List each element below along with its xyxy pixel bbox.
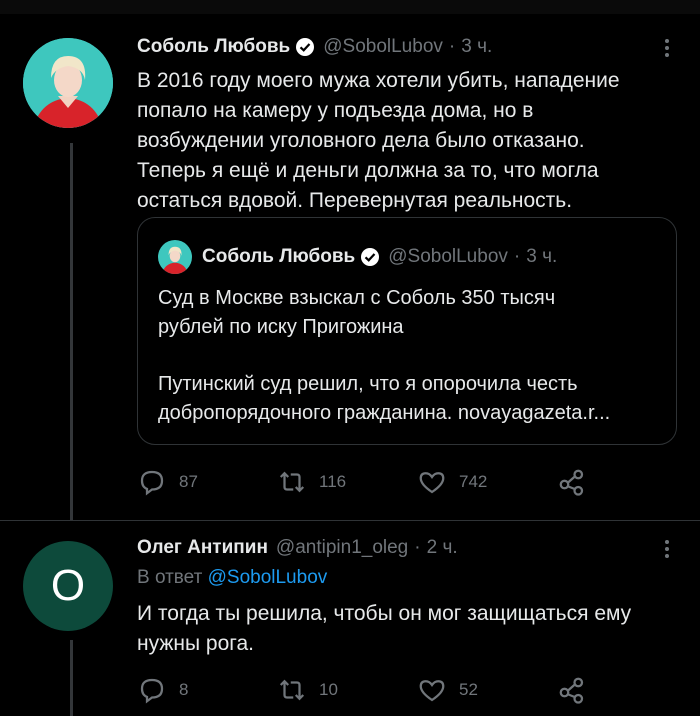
author-handle[interactable]: @SobolLubov bbox=[323, 36, 443, 58]
quoted-text-line: добропорядочного гражданина. novayagazet… bbox=[158, 402, 611, 424]
author-name[interactable]: Соболь Любовь bbox=[137, 36, 290, 58]
retweet-count: 10 bbox=[319, 680, 338, 699]
like-button[interactable]: 52 bbox=[417, 675, 478, 705]
avatar-letter: O bbox=[50, 561, 86, 610]
tweet-header: Соболь Любовь @SobolLubov · 3 ч. bbox=[137, 36, 492, 58]
avatar-photo bbox=[23, 38, 113, 128]
author-handle[interactable]: @antipin1_oleg bbox=[276, 537, 408, 559]
retweet-icon bbox=[279, 471, 305, 493]
like-count: 52 bbox=[459, 680, 478, 699]
tweet-2[interactable]: O Олег Антипин @antipin1_oleg · 2 ч. В о… bbox=[0, 521, 700, 716]
like-icon bbox=[419, 680, 445, 702]
retweet-button[interactable]: 10 bbox=[277, 675, 338, 705]
more-icon[interactable] bbox=[664, 36, 670, 60]
reply-count: 8 bbox=[179, 680, 189, 699]
author-name[interactable]: Олег Антипин bbox=[137, 537, 268, 559]
quoted-text-block-2: Путинский суд решил, что я опорочила чес… bbox=[158, 370, 658, 428]
separator-dot: · bbox=[513, 246, 521, 267]
share-button[interactable] bbox=[557, 467, 587, 497]
tweet-text: В 2016 году моего мужа хотели убить, нап… bbox=[137, 66, 657, 216]
reply-icon bbox=[140, 470, 164, 496]
quoted-text-line: рублей по иску Пригожина bbox=[158, 316, 404, 338]
tweet-text-line: И тогда ты решила, чтобы он мог защищать… bbox=[137, 602, 632, 625]
share-icon bbox=[559, 469, 584, 496]
tweet-text: И тогда ты решила, чтобы он мог защищать… bbox=[137, 599, 657, 659]
like-icon bbox=[419, 472, 445, 494]
quoted-author-name: Соболь Любовь bbox=[202, 246, 356, 267]
avatar[interactable] bbox=[23, 38, 113, 128]
timestamp[interactable]: 3 ч. bbox=[461, 36, 492, 58]
quoted-avatar bbox=[158, 240, 192, 274]
retweet-icon bbox=[279, 679, 305, 701]
verified-badge-icon bbox=[295, 37, 315, 57]
tweet-text-line: нужны рога. bbox=[137, 632, 254, 655]
more-icon[interactable] bbox=[664, 537, 670, 561]
quoted-tweet[interactable]: Соболь Любовь @SobolLubov · 3 ч. Суд в М… bbox=[137, 217, 677, 445]
quoted-text-block-1: Суд в Москве взыскал с Соболь 350 тысяч … bbox=[158, 284, 658, 342]
separator-dot: · bbox=[414, 537, 421, 558]
reply-button[interactable]: 87 bbox=[137, 467, 198, 497]
like-button[interactable]: 742 bbox=[417, 467, 487, 497]
share-icon bbox=[559, 677, 584, 704]
retweet-button[interactable]: 116 bbox=[277, 467, 346, 497]
retweet-count: 116 bbox=[319, 472, 347, 491]
quoted-tweet-header: Соболь Любовь @SobolLubov · 3 ч. bbox=[158, 240, 557, 274]
separator-dot: · bbox=[448, 36, 456, 57]
reply-count: 87 bbox=[179, 472, 198, 491]
tweet-header: Олег Антипин @antipin1_oleg · 2 ч. bbox=[137, 537, 458, 559]
reply-button[interactable]: 8 bbox=[137, 675, 188, 705]
quoted-text-line: Суд в Москве взыскал с Соболь 350 тысяч bbox=[158, 287, 556, 309]
timestamp[interactable]: 2 ч. bbox=[427, 537, 458, 559]
tweet-1[interactable]: Соболь Любовь @SobolLubov · 3 ч. В 2016 … bbox=[0, 0, 700, 520]
quoted-timestamp: 3 ч. bbox=[526, 246, 558, 267]
tweet-text-line: возбуждении уголовного дела было отказан… bbox=[137, 129, 585, 152]
quoted-text-line: Путинский суд решил, что я опорочила чес… bbox=[158, 373, 578, 395]
tweet-actions: 87 116 742 bbox=[137, 465, 607, 499]
verified-badge-icon bbox=[360, 247, 380, 267]
tweet-text-line: Теперь я ещё и деньги должна за то, что … bbox=[137, 159, 599, 182]
share-button[interactable] bbox=[557, 675, 587, 705]
reply-handle-link[interactable]: @SobolLubov bbox=[208, 567, 328, 588]
quoted-author-handle: @SobolLubov bbox=[388, 246, 508, 267]
tweet-actions: 8 10 52 bbox=[137, 673, 607, 707]
reply-prefix: В ответ bbox=[137, 567, 203, 588]
tweet-text-line: остаться вдовой. Перевернутая реальность… bbox=[137, 189, 573, 212]
avatar[interactable]: O bbox=[23, 541, 113, 631]
tweet-text-line: попало на камеру у подъезда дома, но в bbox=[137, 99, 534, 122]
replying-to: В ответ @SobolLubov bbox=[137, 567, 327, 589]
tweet-text-line: В 2016 году моего мужа хотели убить, нап… bbox=[137, 69, 620, 92]
like-count: 742 bbox=[459, 472, 488, 491]
reply-icon bbox=[140, 678, 164, 704]
